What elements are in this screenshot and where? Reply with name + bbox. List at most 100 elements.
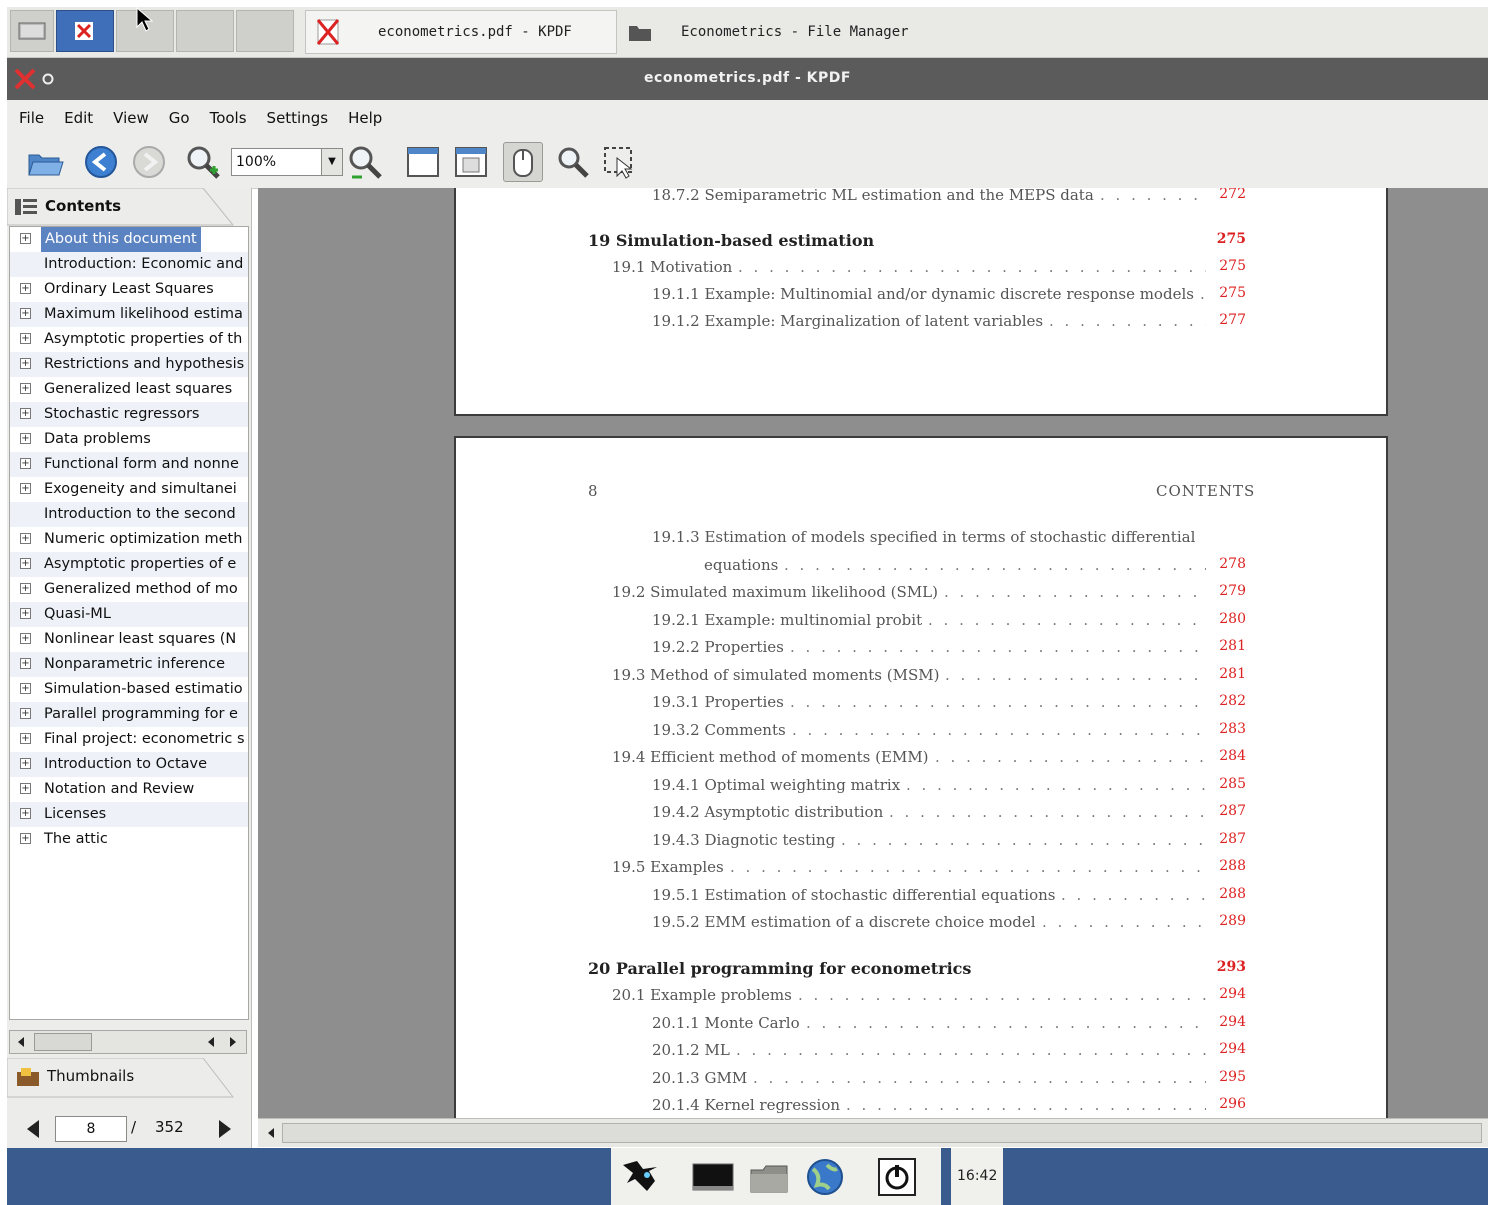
toc-item[interactable]: + Introduction to Octave bbox=[10, 752, 248, 777]
expand-plus-icon[interactable]: + bbox=[20, 358, 31, 369]
logout-button[interactable] bbox=[875, 1156, 919, 1198]
xfce-menu-button[interactable] bbox=[617, 1156, 661, 1198]
toc-item[interactable]: + Stochastic regressors bbox=[10, 402, 248, 427]
next-page-icon[interactable] bbox=[215, 1118, 235, 1140]
scroll-left-icon-2[interactable] bbox=[202, 1033, 220, 1051]
toc-item[interactable]: + Generalized least squares bbox=[10, 377, 248, 402]
menu-settings[interactable]: Settings bbox=[267, 109, 329, 127]
open-button[interactable] bbox=[25, 142, 65, 182]
expand-plus-icon[interactable]: + bbox=[20, 683, 31, 694]
scroll-right-icon[interactable] bbox=[224, 1033, 242, 1051]
toc-item[interactable]: + Functional form and nonne bbox=[10, 452, 248, 477]
toc-item[interactable]: + Ordinary Least Squares bbox=[10, 277, 248, 302]
back-button[interactable] bbox=[81, 142, 121, 182]
thumbnails-tab[interactable]: Thumbnails bbox=[7, 1058, 251, 1098]
toc-item[interactable]: + Generalized method of mo bbox=[10, 577, 248, 602]
toc-entry[interactable]: 20.1 Example problems . . . . . . . . . … bbox=[612, 986, 1246, 1004]
fit-page-button[interactable] bbox=[451, 142, 491, 182]
web-browser-launcher[interactable] bbox=[803, 1156, 847, 1198]
expand-plus-icon[interactable]: + bbox=[20, 533, 31, 544]
document-view[interactable]: 18.7.2 Semiparametric ML estimation and … bbox=[258, 188, 1488, 1118]
toc-entry[interactable]: 19.3.2 Comments . . . . . . . . . . . . … bbox=[652, 721, 1246, 739]
document-hscroll-thumb[interactable] bbox=[282, 1123, 1482, 1143]
expand-plus-icon[interactable]: + bbox=[20, 808, 31, 819]
toc-item[interactable]: + Parallel programming for e bbox=[10, 702, 248, 727]
toc-item[interactable]: + Final project: econometric s bbox=[10, 727, 248, 752]
expand-plus-icon[interactable]: + bbox=[20, 308, 31, 319]
toc-entry[interactable]: equations . . . . . . . . . . . . . . . … bbox=[704, 556, 1246, 574]
expand-plus-icon[interactable]: + bbox=[20, 458, 31, 469]
select-tool-button[interactable] bbox=[599, 142, 639, 182]
toc-item[interactable]: + Quasi-ML bbox=[10, 602, 248, 627]
expand-plus-icon[interactable]: + bbox=[20, 333, 31, 344]
toc-item[interactable]: + Maximum likelihood estima bbox=[10, 302, 248, 327]
toc-entry[interactable]: 19.2 Simulated maximum likelihood (SML) … bbox=[612, 583, 1246, 601]
menu-help[interactable]: Help bbox=[348, 109, 382, 127]
toc-item[interactable]: + Restrictions and hypothesis bbox=[10, 352, 248, 377]
toc-entry[interactable]: 19.4.1 Optimal weighting matrix . . . . … bbox=[652, 776, 1246, 794]
toc-item[interactable]: Introduction: Economic and bbox=[10, 252, 248, 277]
toc-entry[interactable]: 19.5.1 Estimation of stochastic differen… bbox=[652, 886, 1246, 904]
zoom-tool-button[interactable] bbox=[553, 142, 593, 182]
expand-plus-icon[interactable]: + bbox=[20, 758, 31, 769]
expand-plus-icon[interactable]: + bbox=[20, 608, 31, 619]
expand-plus-icon[interactable]: + bbox=[20, 783, 31, 794]
toc-item[interactable]: + About this document bbox=[10, 227, 248, 252]
workspace-1-button[interactable] bbox=[56, 10, 114, 52]
window-titlebar[interactable]: econometrics.pdf - KPDF bbox=[7, 58, 1488, 100]
show-desktop-button[interactable] bbox=[10, 10, 54, 52]
sidebar-hscroll-thumb[interactable] bbox=[34, 1033, 92, 1051]
toc-item[interactable]: + Notation and Review bbox=[10, 777, 248, 802]
toc-entry[interactable]: 19.4.2 Asymptotic distribution . . . . .… bbox=[652, 803, 1246, 821]
expand-plus-icon[interactable]: + bbox=[20, 383, 31, 394]
toc-entry[interactable]: 19.1.2 Example: Marginalization of laten… bbox=[652, 312, 1246, 330]
toc-entry[interactable]: 20.1.2 ML . . . . . . . . . . . . . . . … bbox=[652, 1041, 1246, 1059]
toc-item[interactable]: + Simulation-based estimatio bbox=[10, 677, 248, 702]
sidebar-hscrollbar[interactable] bbox=[9, 1030, 247, 1054]
contents-tree[interactable]: + About this document Introduction: Econom… bbox=[9, 226, 249, 1020]
toc-entry[interactable]: 19 Simulation-based estimation 275 bbox=[588, 231, 1246, 250]
toc-entry[interactable]: 19.5.2 EMM estimation of a discrete choi… bbox=[652, 913, 1246, 931]
toc-item[interactable]: + Asymptotic properties of e bbox=[10, 552, 248, 577]
menu-go[interactable]: Go bbox=[169, 109, 190, 127]
toc-item[interactable]: + Exogeneity and simultanei bbox=[10, 477, 248, 502]
workspace-3-button[interactable] bbox=[176, 10, 234, 52]
terminal-launcher[interactable] bbox=[691, 1156, 735, 1198]
zoom-out-button[interactable] bbox=[345, 142, 385, 182]
workspace-4-button[interactable] bbox=[236, 10, 294, 52]
toc-item[interactable]: + Data problems bbox=[10, 427, 248, 452]
expand-plus-icon[interactable]: + bbox=[20, 833, 31, 844]
expand-plus-icon[interactable]: + bbox=[20, 483, 31, 494]
prev-page-icon[interactable] bbox=[23, 1118, 43, 1140]
toc-item[interactable]: + Asymptotic properties of th bbox=[10, 327, 248, 352]
toc-entry[interactable]: 19.1.3 Estimation of models specified in… bbox=[652, 528, 1246, 546]
toc-entry[interactable]: 19.4.3 Diagnotic testing . . . . . . . .… bbox=[652, 831, 1246, 849]
contents-tab[interactable]: Contents bbox=[7, 188, 251, 226]
chevron-down-icon[interactable]: ▼ bbox=[321, 149, 342, 175]
expand-plus-icon[interactable]: + bbox=[20, 558, 31, 569]
expand-plus-icon[interactable]: + bbox=[20, 708, 31, 719]
browse-tool-button[interactable] bbox=[503, 142, 543, 182]
fit-width-button[interactable] bbox=[403, 142, 443, 182]
zoom-in-button[interactable] bbox=[183, 142, 223, 182]
task-file-manager[interactable]: Econometrics - File Manager bbox=[621, 10, 921, 54]
toc-item[interactable]: Introduction to the second bbox=[10, 502, 248, 527]
expand-plus-icon[interactable]: + bbox=[20, 633, 31, 644]
toc-item[interactable]: + Nonparametric inference bbox=[10, 652, 248, 677]
document-hscrollbar[interactable] bbox=[258, 1118, 1488, 1147]
scroll-left-icon[interactable] bbox=[262, 1124, 280, 1142]
toc-item[interactable]: + The attic bbox=[10, 827, 248, 852]
toc-entry[interactable]: 18.7.2 Semiparametric ML estimation and … bbox=[652, 188, 1246, 204]
menu-view[interactable]: View bbox=[113, 109, 149, 127]
toc-entry[interactable]: 20.1.1 Monte Carlo . . . . . . . . . . .… bbox=[652, 1014, 1246, 1032]
expand-plus-icon[interactable]: + bbox=[20, 733, 31, 744]
toc-item[interactable]: + Numeric optimization meth bbox=[10, 527, 248, 552]
file-manager-launcher[interactable] bbox=[747, 1156, 791, 1198]
toc-entry[interactable]: 19.1 Motivation . . . . . . . . . . . . … bbox=[612, 258, 1246, 276]
zoom-select[interactable]: 100% ▼ bbox=[231, 148, 343, 176]
toc-entry[interactable]: 19.5 Examples . . . . . . . . . . . . . … bbox=[612, 858, 1246, 876]
toc-item[interactable]: + Nonlinear least squares (N bbox=[10, 627, 248, 652]
scroll-left-icon[interactable] bbox=[12, 1033, 30, 1051]
expand-plus-icon[interactable]: + bbox=[20, 658, 31, 669]
toc-entry[interactable]: 19.2.2 Properties . . . . . . . . . . . … bbox=[652, 638, 1246, 656]
